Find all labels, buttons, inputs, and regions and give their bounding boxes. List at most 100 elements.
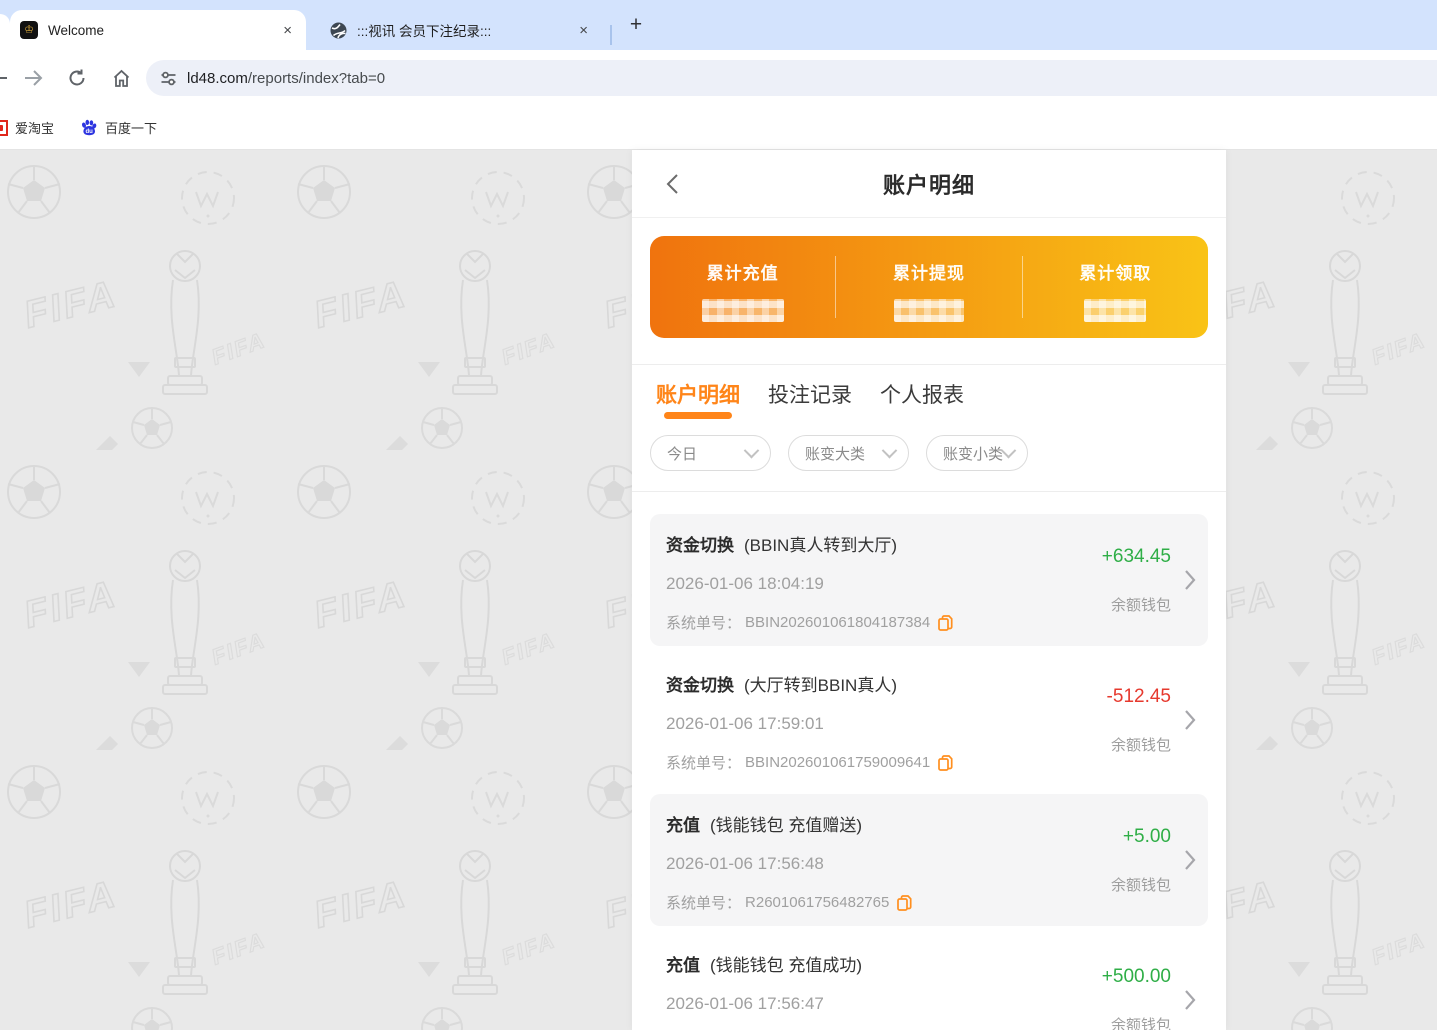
svg-text:du: du: [86, 129, 94, 135]
report-tab[interactable]: 账户明细: [656, 379, 740, 423]
transaction-info: 充值 (钱能钱包 充值赠送) 2026-01-06 17:56:48 系统单号：…: [666, 811, 912, 926]
tab-strip: ♔ Welcome × :::视讯 会员下注纪录::: × +: [0, 0, 1437, 50]
order-number: BBIN202601061759009641: [745, 754, 930, 771]
summary-total-deposit: 累计充值: [650, 236, 835, 338]
filter-label: 账变大类: [805, 443, 865, 464]
bookmark-label: 百度一下: [105, 118, 157, 137]
report-tabs: 账户明细 投注记录 个人报表: [632, 365, 1226, 427]
bookmark-baidu[interactable]: du 百度一下: [80, 118, 157, 137]
wallet-name: 余额钱包: [1111, 1014, 1171, 1030]
reload-icon[interactable]: [60, 61, 94, 95]
masked-value: [702, 299, 784, 322]
url-bar[interactable]: ld48.com/reports/index?tab=0: [146, 60, 1437, 96]
tab-separator: [610, 25, 612, 45]
transaction-row[interactable]: 充值 (钱能钱包 充值赠送) 2026-01-06 17:56:48 系统单号：…: [650, 794, 1208, 926]
transaction-time: 2026-01-06 18:04:19: [666, 574, 953, 594]
browser-toolbar: ld48.com/reports/index?tab=0: [0, 50, 1437, 106]
report-tab-label: 个人报表: [880, 384, 964, 407]
account-detail-panel: 账户明细 累计充值 累计提现 累计领取: [632, 150, 1226, 1030]
active-tab-underline: [664, 412, 732, 419]
home-icon[interactable]: [104, 61, 138, 95]
close-icon[interactable]: ×: [575, 22, 592, 39]
copy-icon[interactable]: [938, 755, 953, 771]
wallet-name: 余额钱包: [1111, 594, 1171, 615]
transaction-detail: (BBIN真人转到大厅): [744, 531, 897, 556]
transaction-info: 资金切换 (大厅转到BBIN真人) 2026-01-06 17:59:01 系统…: [666, 671, 953, 786]
close-icon[interactable]: ×: [279, 22, 296, 39]
transaction-time: 2026-01-06 17:56:47: [666, 994, 912, 1014]
amount: +634.45: [1102, 546, 1171, 568]
transaction-info: 资金切换 (BBIN真人转到大厅) 2026-01-06 18:04:19 系统…: [666, 531, 953, 646]
chevron-right-icon[interactable]: [1184, 569, 1196, 591]
url-domain: ld48.com: [187, 70, 248, 87]
cut-off-tab[interactable]: [0, 14, 10, 50]
filter-label: 账变小类: [943, 443, 1003, 464]
summary-card: 累计充值 累计提现 累计领取: [650, 236, 1208, 338]
transaction-time: 2026-01-06 17:59:01: [666, 714, 953, 734]
order-number: R2601061756482765: [745, 894, 889, 911]
transaction-type: 充值: [666, 811, 700, 836]
transaction-amount-block: +634.45 余额钱包: [1102, 514, 1196, 646]
report-tab[interactable]: 投注记录: [768, 379, 852, 423]
tab-betting-records[interactable]: :::视讯 会员下注纪录::: ×: [320, 10, 602, 50]
transaction-type: 资金切换: [666, 671, 734, 696]
filter-dropdown[interactable]: 账变小类: [926, 435, 1028, 471]
summary-label: 累计提现: [893, 259, 965, 284]
report-tab-label: 投注记录: [768, 384, 852, 407]
chevron-right-icon[interactable]: [1184, 989, 1196, 1011]
order-number: BBIN202601061804187384: [745, 614, 930, 631]
amount: -512.45: [1107, 686, 1171, 708]
transaction-type: 充值: [666, 951, 700, 976]
url-text: ld48.com/reports/index?tab=0: [187, 70, 385, 87]
transaction-row[interactable]: 资金切换 (BBIN真人转到大厅) 2026-01-06 18:04:19 系统…: [650, 514, 1208, 646]
filter-row: 今日 账变大类 账变小类: [632, 427, 1226, 492]
transaction-info: 充值 (钱能钱包 充值成功) 2026-01-06 17:56:47 系统单号：…: [666, 951, 912, 1030]
transaction-detail: (钱能钱包 充值赠送): [710, 811, 862, 836]
forward-icon[interactable]: [16, 61, 50, 95]
bookmark-label: 爱淘宝: [15, 118, 54, 137]
summary-total-withdraw: 累计提现: [836, 236, 1021, 338]
copy-icon[interactable]: [938, 615, 953, 631]
page-title: 账户明细: [883, 168, 975, 200]
copy-icon[interactable]: [897, 895, 912, 911]
url-path: /reports/index?tab=0: [248, 70, 385, 87]
page-background: FIFA FIFA: [0, 150, 1437, 1030]
taobao-icon: [0, 120, 8, 136]
chevron-down-icon: [882, 442, 898, 458]
transaction-amount-block: +5.00 余额钱包: [1111, 794, 1196, 926]
amount: +5.00: [1123, 826, 1171, 848]
chevron-down-icon: [1001, 442, 1017, 458]
chevron-right-icon[interactable]: [1184, 849, 1196, 871]
back-chevron-icon[interactable]: [658, 170, 686, 198]
transaction-detail: (钱能钱包 充值成功): [710, 951, 862, 976]
wallet-name: 余额钱包: [1111, 874, 1171, 895]
order-label: 系统单号：: [666, 752, 741, 773]
transaction-amount-block: +500.00 余额钱包: [1102, 934, 1196, 1030]
report-tab[interactable]: 个人报表: [880, 379, 964, 423]
chevron-down-icon: [744, 442, 760, 458]
summary-label: 累计充值: [707, 259, 779, 284]
site-favicon-icon: ♔: [20, 21, 38, 39]
transaction-list: 资金切换 (BBIN真人转到大厅) 2026-01-06 18:04:19 系统…: [632, 492, 1226, 1030]
tab-welcome[interactable]: ♔ Welcome ×: [10, 10, 306, 50]
filter-dropdown[interactable]: 账变大类: [788, 435, 909, 471]
site-info-icon[interactable]: [160, 70, 177, 87]
chevron-right-icon[interactable]: [1184, 709, 1196, 731]
summary-label: 累计领取: [1079, 259, 1151, 284]
transaction-type: 资金切换: [666, 531, 734, 556]
order-label: 系统单号：: [666, 892, 741, 913]
baidu-paw-icon: du: [80, 119, 98, 137]
transaction-row[interactable]: 充值 (钱能钱包 充值成功) 2026-01-06 17:56:47 系统单号：…: [650, 934, 1208, 1030]
transaction-row[interactable]: 资金切换 (大厅转到BBIN真人) 2026-01-06 17:59:01 系统…: [650, 654, 1208, 786]
filter-dropdown[interactable]: 今日: [650, 435, 771, 471]
tab-title: Welcome: [48, 23, 279, 38]
tab-title: :::视讯 会员下注纪录:::: [357, 20, 575, 40]
order-label: 系统单号：: [666, 612, 741, 633]
wallet-name: 余额钱包: [1111, 734, 1171, 755]
summary-section: 累计充值 累计提现 累计领取: [632, 218, 1226, 365]
filter-label: 今日: [667, 443, 697, 464]
back-icon[interactable]: [0, 61, 16, 95]
new-tab-button[interactable]: +: [622, 11, 650, 39]
bookmark-taobao[interactable]: 爱淘宝: [0, 118, 54, 137]
summary-total-claimed: 累计领取: [1023, 236, 1208, 338]
